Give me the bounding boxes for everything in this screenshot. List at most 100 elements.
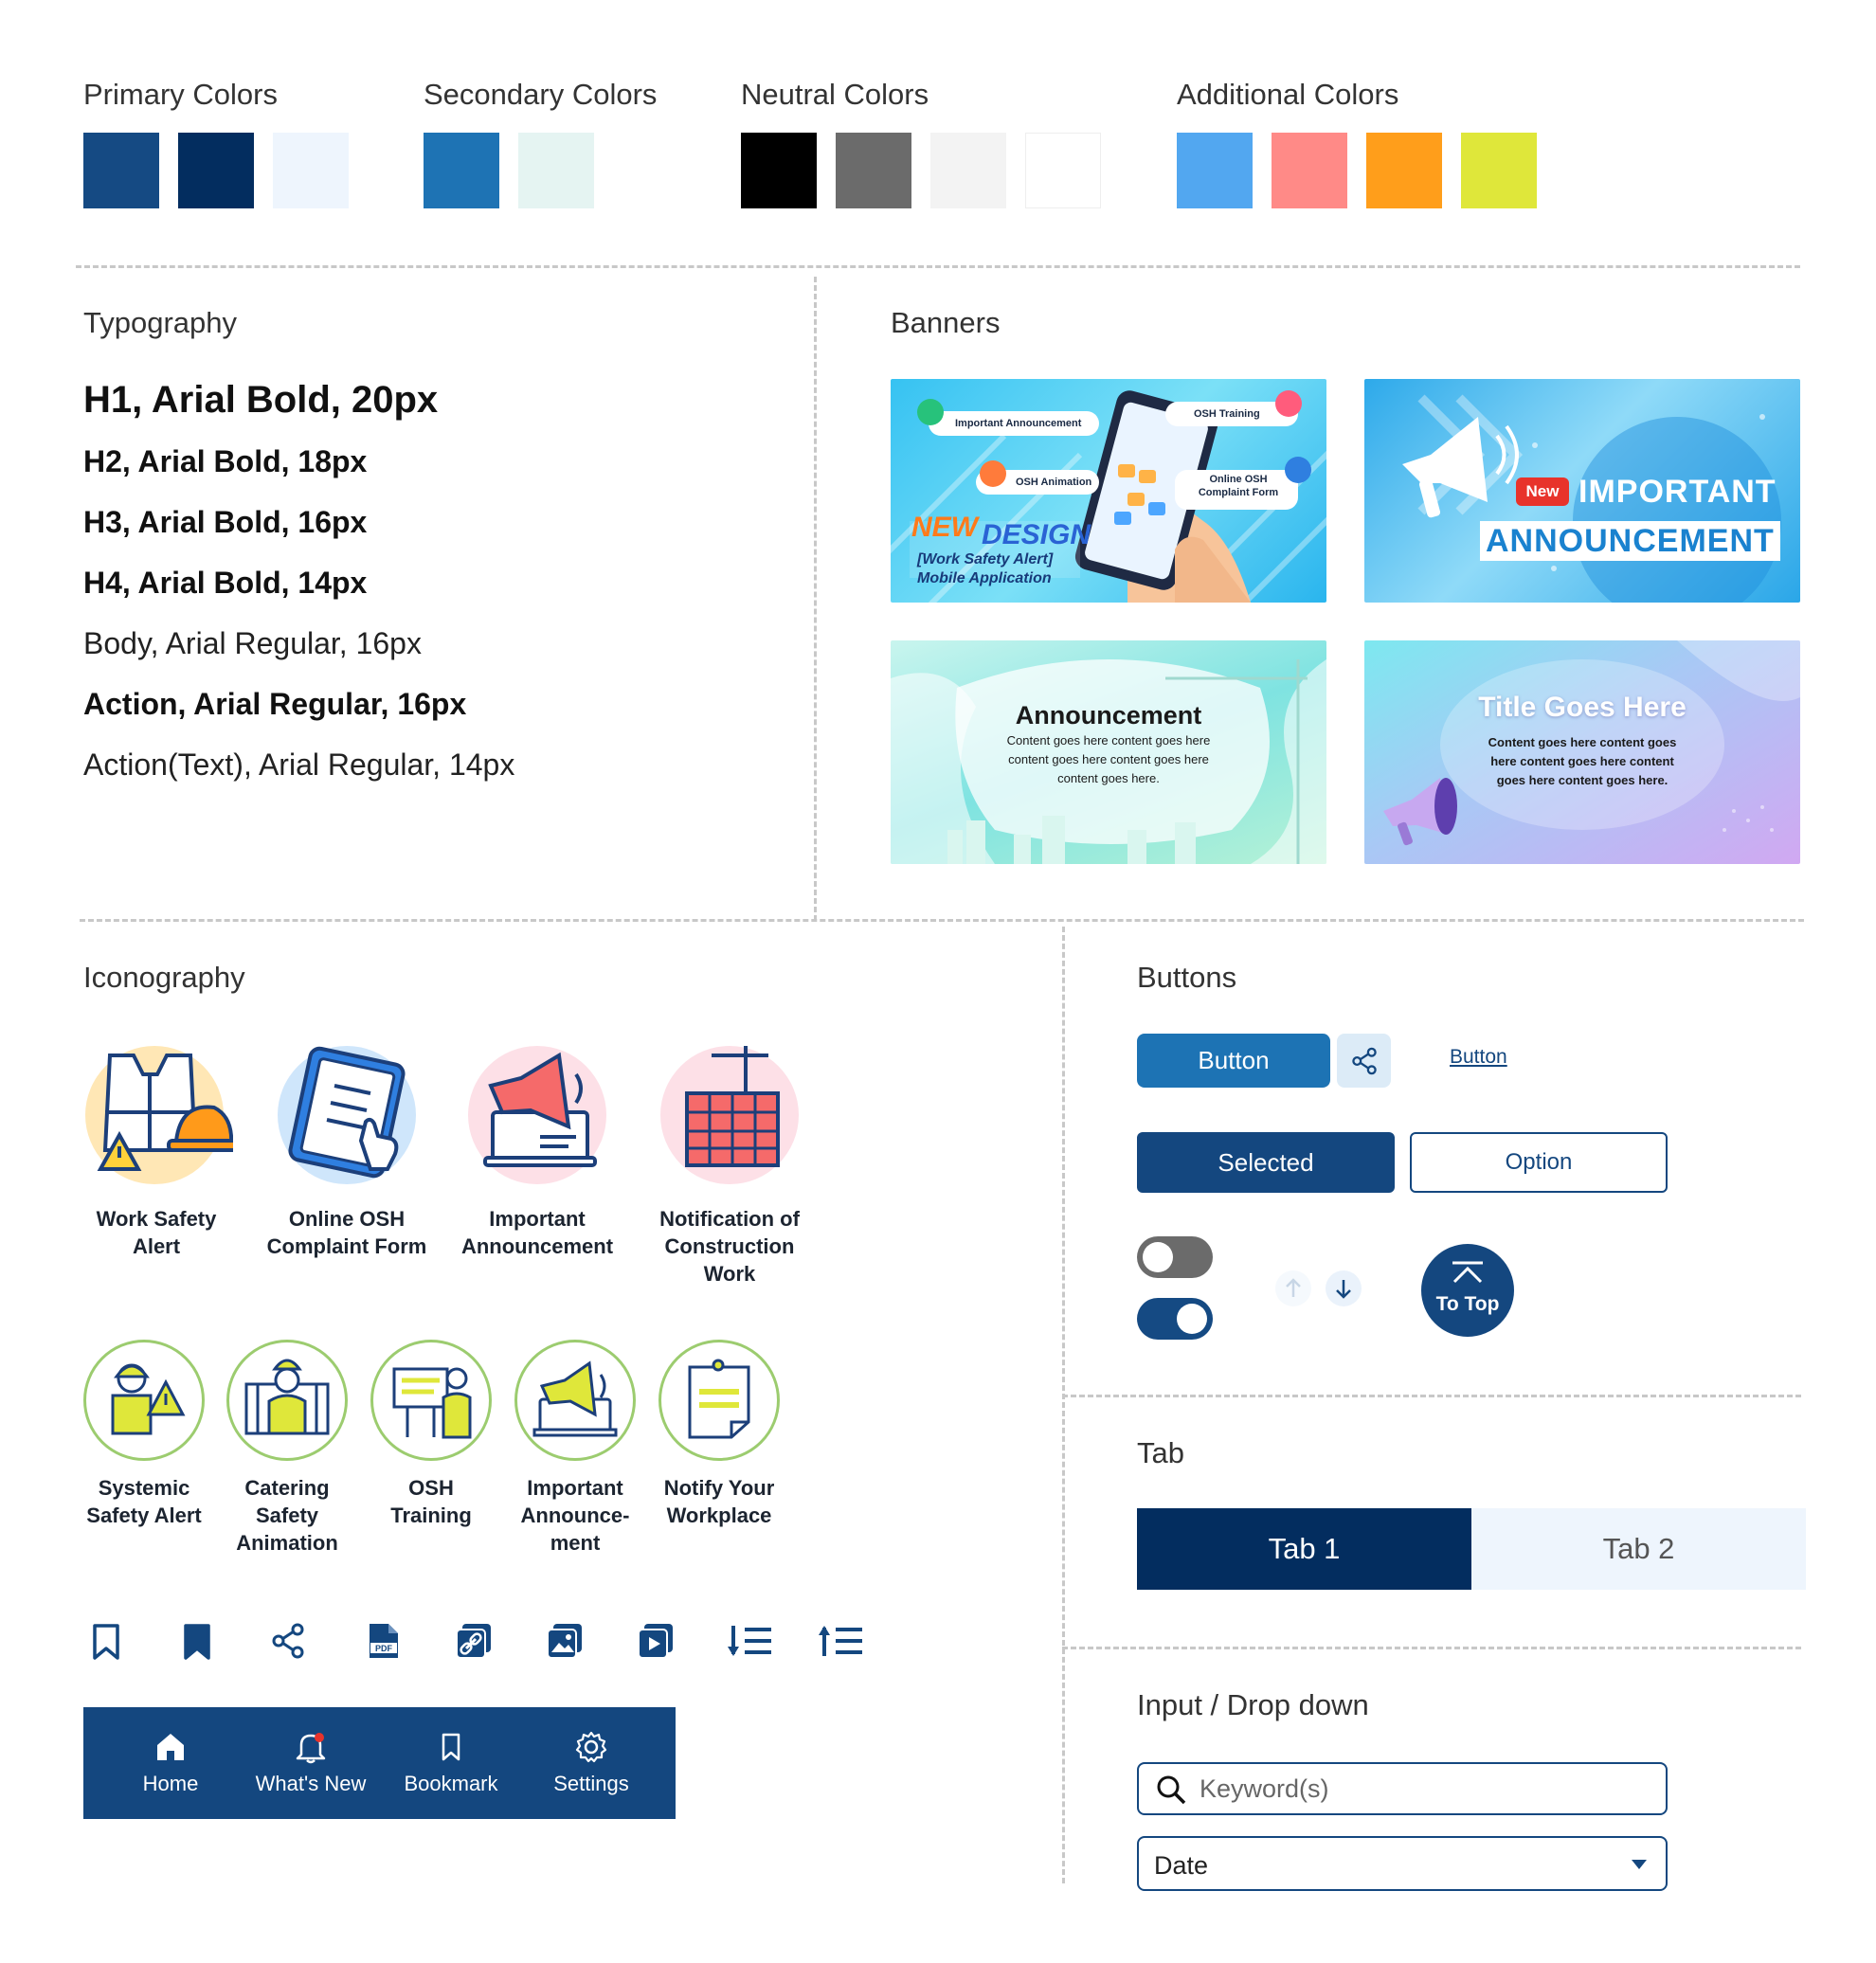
input-title: Input / Drop down [1137, 1688, 1369, 1721]
sort-descending-icon[interactable] [726, 1620, 775, 1662]
primary-button[interactable]: Button [1137, 1034, 1330, 1088]
banner-body: goes here content goes here. [1496, 773, 1669, 787]
color-swatch-secondary-1 [424, 133, 499, 208]
search-field [1137, 1762, 1668, 1815]
search-input[interactable] [1200, 1770, 1645, 1808]
svg-text:PDF: PDF [375, 1644, 393, 1653]
divider [1062, 927, 1065, 1883]
scroll-down-button[interactable] [1326, 1270, 1362, 1306]
banner-headline: NEW [911, 512, 978, 543]
banner-body: content goes here. [1057, 771, 1160, 785]
tab-2[interactable]: Tab 2 [1471, 1508, 1806, 1590]
color-swatch-neutral-1 [741, 133, 817, 208]
important-announcement-alt-icon[interactable] [514, 1340, 636, 1461]
color-swatch-secondary-2 [518, 133, 594, 208]
h2-sample: H2, Arial Bold, 18px [83, 444, 368, 478]
divider [76, 265, 1800, 268]
catering-safety-animation-icon[interactable] [226, 1340, 348, 1461]
to-top-button[interactable]: To Top [1421, 1244, 1514, 1337]
toggle-off[interactable] [1137, 1236, 1213, 1278]
important-announcement-icon[interactable] [468, 1046, 606, 1184]
neutral-colors-title: Neutral Colors [741, 78, 929, 111]
nav-label: Home [142, 1772, 199, 1795]
nav-item-settings[interactable]: Settings [525, 1707, 658, 1819]
h3-sample: H3, Arial Bold, 16px [83, 505, 368, 539]
new-badge: New [1516, 477, 1569, 506]
bookmark-icon [442, 1733, 460, 1761]
date-dropdown[interactable]: Date [1137, 1836, 1668, 1891]
sort-ascending-icon[interactable] [817, 1620, 866, 1662]
osh-training-icon[interactable] [370, 1340, 492, 1461]
banner-body: content goes here content goes here [1008, 752, 1209, 766]
divider [1062, 1395, 1801, 1397]
bookmark-outline-icon[interactable] [85, 1620, 127, 1662]
bookmark-filled-icon[interactable] [176, 1620, 218, 1662]
text-link-button[interactable]: Button [1450, 1046, 1507, 1069]
share-icon [1351, 1047, 1377, 1074]
icon-label: Notification of Construction Work [659, 1207, 800, 1286]
typography-title: Typography [83, 306, 237, 339]
home-icon [157, 1734, 184, 1760]
banner-announcement[interactable]: Announcement Content goes here content g… [891, 640, 1326, 864]
work-safety-alert-icon[interactable] [85, 1046, 233, 1184]
scroll-up-button[interactable] [1275, 1270, 1311, 1306]
banner-body: Content goes here content goes here [1006, 733, 1211, 747]
tab-1[interactable]: Tab 1 [1137, 1508, 1471, 1590]
color-swatch-additional-3 [1366, 133, 1442, 208]
h1-sample: H1, Arial Bold, 20px [83, 379, 439, 421]
link-icon[interactable] [453, 1620, 495, 1662]
banner-headline: Announcement [1015, 701, 1202, 729]
action-sample: Action, Arial Regular, 16px [83, 687, 467, 721]
option-button[interactable]: Option [1410, 1132, 1668, 1193]
secondary-colors-title: Secondary Colors [424, 78, 658, 111]
color-swatch-additional-2 [1272, 133, 1347, 208]
primary-colors-title: Primary Colors [83, 78, 278, 111]
video-gallery-icon[interactable] [635, 1620, 676, 1662]
banners-title: Banners [891, 306, 1001, 339]
iconography-title: Iconography [83, 961, 245, 994]
nav-label: Bookmark [404, 1772, 498, 1795]
banner-important-announcement[interactable]: New IMPORTANT ANNOUNCEMENT [1364, 379, 1800, 603]
color-swatch-neutral-3 [930, 133, 1006, 208]
notify-your-workplace-icon[interactable] [658, 1340, 780, 1461]
banner-new-design[interactable]: Important Announcement OSH Training OSH … [891, 379, 1326, 603]
pdf-icon[interactable]: PDF [362, 1620, 404, 1662]
color-swatch-primary-1 [83, 133, 159, 208]
banner-pill-label: Online OSH [1209, 474, 1268, 485]
selected-button[interactable]: Selected [1137, 1132, 1395, 1193]
nav-item-whats-new[interactable]: What's New [244, 1707, 377, 1819]
color-swatch-additional-4 [1461, 133, 1537, 208]
toggle-knob [1177, 1304, 1207, 1334]
chevron-down-icon [1632, 1860, 1647, 1869]
nav-item-home[interactable]: Home [104, 1707, 237, 1819]
banner-subtitle: Mobile Application [917, 570, 1052, 586]
share-icon[interactable] [267, 1620, 309, 1662]
icon-label: Notify Your Workplace [663, 1476, 775, 1527]
banner-artwork [1383, 640, 1800, 846]
share-button[interactable] [1337, 1034, 1391, 1088]
image-gallery-icon[interactable] [544, 1620, 586, 1662]
nav-item-bookmark[interactable]: Bookmark [385, 1707, 517, 1819]
nav-label: What's New [255, 1772, 367, 1795]
color-swatch-neutral-2 [836, 133, 911, 208]
to-top-icon [1452, 1261, 1483, 1284]
banner-headline: IMPORTANT [1578, 474, 1777, 510]
banner-pill-label: OSH Training [1194, 408, 1260, 420]
arrow-up-icon [1286, 1278, 1301, 1297]
nav-label: Settings [553, 1772, 629, 1795]
icon-label: Important Announcement [460, 1207, 614, 1258]
additional-colors-title: Additional Colors [1177, 78, 1399, 111]
systemic-safety-alert-icon[interactable] [83, 1340, 205, 1461]
icon-label: Online OSH Complaint Form [266, 1207, 427, 1258]
gear-icon [575, 1731, 607, 1763]
banner-title-goes-here[interactable]: Title Goes Here Content goes here conten… [1364, 640, 1800, 864]
toggle-on[interactable] [1137, 1298, 1213, 1340]
search-icon [1157, 1775, 1186, 1805]
toggle-knob [1143, 1242, 1173, 1272]
banner-body: here content goes here content [1490, 754, 1674, 768]
online-osh-complaint-form-icon[interactable] [278, 1046, 416, 1184]
color-swatch-neutral-4 [1025, 133, 1101, 208]
divider [80, 919, 1804, 922]
banner-headline: Title Goes Here [1478, 692, 1687, 723]
construction-notification-icon[interactable] [660, 1046, 799, 1184]
